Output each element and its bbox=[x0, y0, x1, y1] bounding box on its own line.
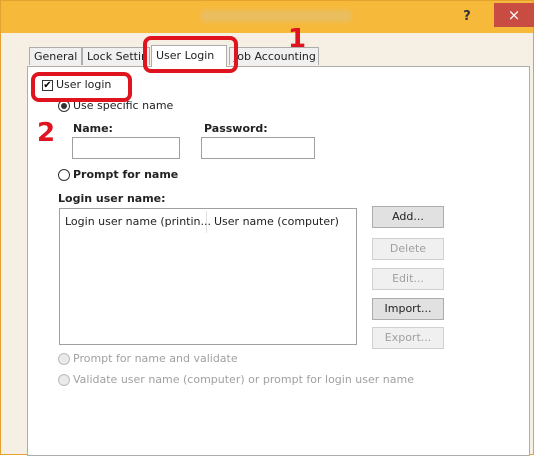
edit-button[interactable]: Edit... bbox=[372, 268, 444, 290]
login-user-name-list[interactable]: Login user name (printin... User name (c… bbox=[59, 208, 357, 345]
validate-user-radio[interactable] bbox=[58, 374, 70, 386]
close-button[interactable]: × bbox=[494, 3, 534, 27]
prompt-validate-radio[interactable] bbox=[58, 353, 70, 365]
name-label: Name: bbox=[73, 122, 113, 135]
password-input[interactable] bbox=[201, 137, 315, 159]
step1-number: 1 bbox=[288, 24, 307, 54]
export-button[interactable]: Export... bbox=[372, 327, 444, 349]
password-label: Password: bbox=[204, 122, 268, 135]
tab-general[interactable]: General bbox=[29, 47, 82, 65]
name-input[interactable] bbox=[72, 137, 180, 159]
tab-lock-settings[interactable]: Lock Settin bbox=[82, 47, 150, 65]
title-bar[interactable]: ? × bbox=[1, 1, 534, 33]
prompt-validate-label[interactable]: Prompt for name and validate bbox=[73, 352, 238, 365]
step1-highlight bbox=[143, 36, 238, 73]
dialog-window: ? × General Lock Settin User Login Job A… bbox=[0, 0, 534, 456]
column-header-login-name[interactable]: Login user name (printin... bbox=[60, 211, 211, 233]
add-button[interactable]: Add... bbox=[372, 206, 444, 228]
help-button[interactable]: ? bbox=[453, 5, 481, 29]
window-title bbox=[201, 10, 351, 22]
column-header-user-name[interactable]: User name (computer) bbox=[209, 211, 349, 233]
step2-number: 2 bbox=[37, 118, 56, 148]
delete-button[interactable]: Delete bbox=[372, 238, 444, 260]
step2-highlight bbox=[31, 72, 132, 102]
import-button[interactable]: Import... bbox=[372, 298, 444, 320]
validate-user-label[interactable]: Validate user name (computer) or prompt … bbox=[73, 373, 414, 386]
prompt-for-name-radio[interactable] bbox=[58, 169, 70, 181]
prompt-for-name-label[interactable]: Prompt for name bbox=[73, 168, 178, 181]
login-user-name-label: Login user name: bbox=[58, 192, 166, 205]
